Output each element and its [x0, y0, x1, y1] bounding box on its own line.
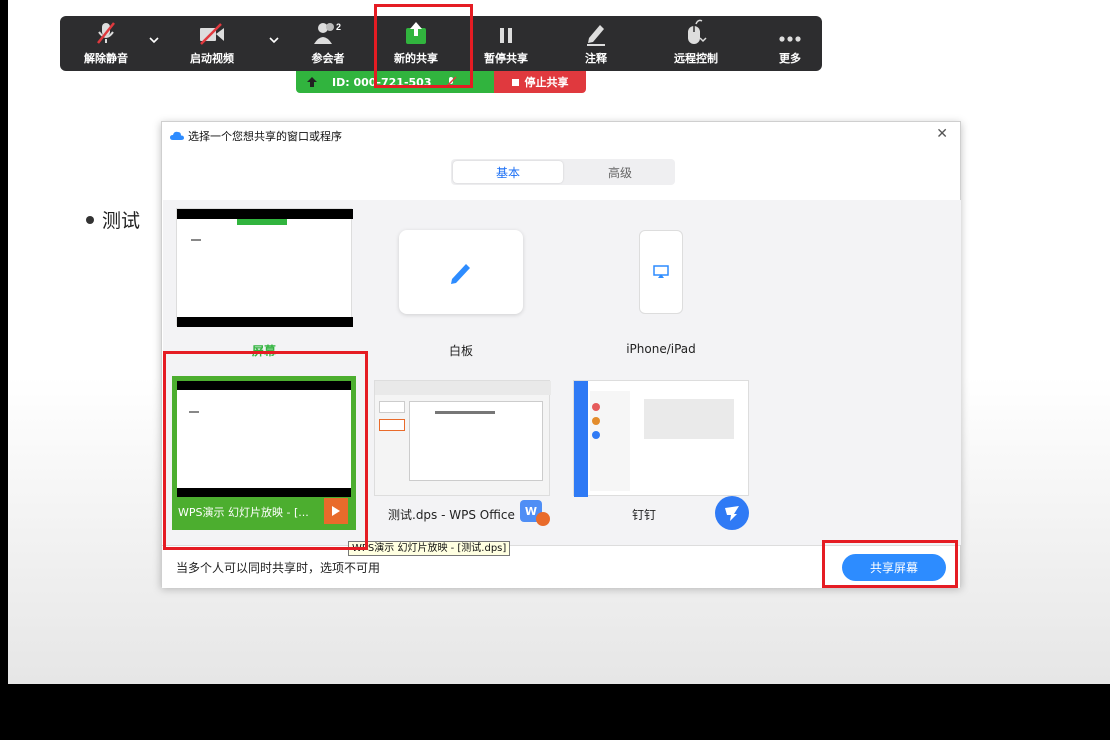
pause-share-button[interactable]: 暂停共享: [476, 16, 536, 71]
share-option-screen[interactable]: 屏幕: [176, 208, 353, 358]
share-option-whiteboard[interactable]: 白板: [399, 208, 523, 358]
tab-advanced[interactable]: 高级: [565, 159, 675, 185]
share-option-wps-slideshow[interactable]: WPS演示 幻灯片放映 - [...: [172, 376, 356, 530]
share-screen-icon: [402, 16, 430, 46]
share-option-dingtalk[interactable]: 钉钉: [573, 380, 755, 530]
mic-muted-small-icon: [445, 76, 457, 88]
share-options-grid: 屏幕 白板 iPhone/iPad WPS演示 幻灯片放映 - [... 测试.…: [163, 200, 961, 545]
share-option-iphone-ipad[interactable]: iPhone/iPad: [601, 208, 721, 356]
meeting-toolbar: 解除静音 启动视频 2 参会者 新的共享 暂停共享 注释 远程控制 更多: [60, 16, 822, 71]
unmute-button[interactable]: 解除静音: [76, 16, 136, 71]
wps-slideshow-caption: WPS演示 幻灯片放映 - [...: [178, 506, 309, 519]
participants-button[interactable]: 2 参会者: [298, 16, 358, 71]
dingtalk-logo-icon: [715, 496, 749, 530]
share-tabs: 基本 高级: [451, 159, 675, 185]
wps-office-thumbnail: [374, 380, 551, 496]
bullet-text: 测试: [102, 210, 141, 232]
video-off-icon: [197, 16, 227, 46]
bottom-black-bar: [0, 684, 1110, 740]
video-options-chevron-icon[interactable]: [268, 34, 280, 46]
share-window-dialog: 选择一个您想共享的窗口或程序 ✕ 基本 高级 屏幕 白板 iPhone/iPad…: [161, 121, 961, 588]
remote-control-mouse-icon: [682, 16, 710, 46]
participant-count: 2: [336, 22, 341, 32]
more-icon: [777, 16, 803, 46]
wps-slideshow-thumbnail: [177, 381, 351, 497]
whiteboard-pen-icon: [399, 230, 523, 314]
meeting-id: ID: 000-721-503: [332, 75, 432, 89]
audio-options-chevron-icon[interactable]: [148, 34, 160, 46]
wps-badge-icon: [536, 512, 550, 526]
share-option-wps-office[interactable]: 测试.dps - WPS Office W: [374, 380, 554, 530]
new-share-button[interactable]: 新的共享: [386, 16, 446, 71]
mic-muted-icon: [93, 16, 119, 46]
remote-control-button[interactable]: 远程控制: [664, 16, 728, 71]
tab-basic[interactable]: 基本: [453, 161, 563, 183]
pause-icon: [496, 16, 516, 46]
iphone-caption: iPhone/iPad: [626, 342, 696, 356]
wps-office-caption: 测试.dps - WPS Office: [388, 508, 515, 522]
sharing-status-bar: ID: 000-721-503 停止共享: [296, 71, 586, 93]
stop-square-icon: [511, 78, 519, 86]
start-video-button[interactable]: 启动视频: [182, 16, 242, 71]
dingtalk-caption: 钉钉: [631, 508, 656, 522]
share-arrow-icon: [307, 77, 317, 87]
meeting-id-bar[interactable]: ID: 000-721-503: [296, 71, 494, 93]
more-button[interactable]: 更多: [760, 16, 820, 71]
tooltip: WPS演示 幻灯片放映 - [测试.dps]: [348, 541, 511, 556]
dialog-title: 选择一个您想共享的窗口或程序: [170, 128, 342, 144]
dingtalk-thumbnail: [573, 380, 749, 497]
slide-bullet: 测试: [86, 206, 140, 233]
footer-note: 当多个人可以同时共享时，选项不可用: [176, 561, 381, 575]
bullet-dot: [86, 215, 94, 224]
cloud-icon: [170, 131, 184, 140]
dialog-footer: 当多个人可以同时共享时，选项不可用 共享屏幕: [162, 545, 960, 588]
close-icon[interactable]: ✕: [936, 126, 948, 142]
whiteboard-caption: 白板: [448, 344, 473, 358]
share-screen-button[interactable]: 共享屏幕: [842, 554, 946, 581]
screen-caption: 屏幕: [251, 344, 276, 358]
annotate-button[interactable]: 注释: [566, 16, 626, 71]
wps-presentation-icon: [324, 498, 348, 524]
stop-share-button[interactable]: 停止共享: [494, 71, 586, 93]
participants-icon: 2: [311, 16, 345, 46]
iphone-airplay-icon: [639, 230, 683, 314]
screen-thumbnail: [176, 208, 353, 327]
annotate-pen-icon: [583, 16, 609, 46]
